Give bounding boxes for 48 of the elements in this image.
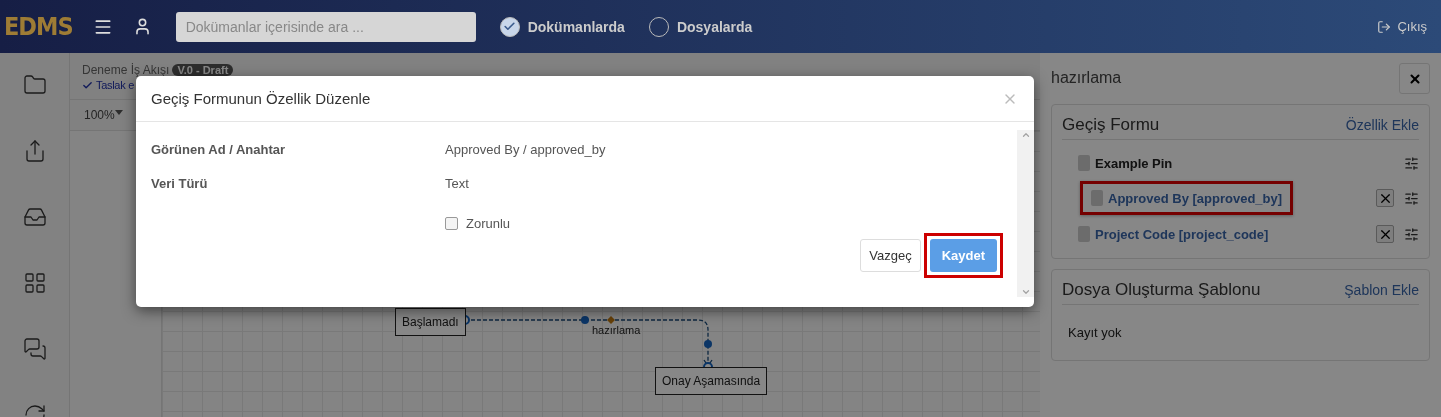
card-title: Geçiş Formu: [1062, 115, 1160, 135]
radio-label[interactable]: Dosyalarda: [676, 18, 753, 35]
logout-link[interactable]: Çıkış: [1377, 19, 1427, 34]
drag-handle[interactable]: [1091, 190, 1103, 206]
radio-label[interactable]: Dokümanlarda: [527, 18, 625, 35]
status-text: Taslak e: [96, 79, 134, 91]
remove-button[interactable]: [1376, 225, 1394, 243]
inbox-icon[interactable]: [22, 205, 47, 229]
property-item[interactable]: Approved By [approved_by]: [1080, 181, 1294, 215]
group-label: Example Pin: [1095, 155, 1173, 171]
logout-icon: [1377, 19, 1392, 34]
grid-icon[interactable]: [22, 271, 47, 295]
drag-handle[interactable]: [1078, 155, 1090, 171]
workflow-name: Deneme İş Akışı: [82, 63, 170, 77]
state-node[interactable]: Onay Aşamasında: [655, 367, 768, 395]
folder-icon[interactable]: [22, 73, 47, 97]
checkbox-label[interactable]: Zorunlu: [466, 216, 511, 231]
close-icon: [1407, 71, 1422, 86]
logo[interactable]: EDMS: [4, 12, 73, 41]
close-button[interactable]: [1399, 63, 1430, 94]
panel-title: hazırlama: [1051, 69, 1122, 87]
property-item[interactable]: Project Code [project_code]: [1078, 226, 1269, 242]
check-icon: [82, 79, 93, 91]
field-label: Görünen Ad / Anahtar: [151, 142, 287, 159]
search-field[interactable]: Dokümanlar içerisinde ara ...: [175, 11, 476, 42]
remove-button[interactable]: [1376, 189, 1394, 207]
sliders-icon[interactable]: [1404, 155, 1419, 171]
field-value: Approved By / approved_by: [445, 142, 607, 159]
sliders-icon[interactable]: [1404, 190, 1419, 206]
sliders-icon[interactable]: [1404, 226, 1419, 242]
check-icon: [503, 20, 517, 33]
state-node[interactable]: Başlamadı: [395, 308, 466, 336]
empty-text: Kayıt yok: [1067, 324, 1123, 342]
card-title: Dosya Oluşturma Şablonu: [1062, 280, 1261, 300]
version-badge: V.0 - Draft: [172, 64, 234, 76]
add-template-link[interactable]: Şablon Ekle: [1344, 282, 1419, 298]
drag-handle[interactable]: [1078, 226, 1090, 242]
radio-button[interactable]: [499, 16, 520, 37]
add-property-link[interactable]: Özellik Ekle: [1345, 117, 1419, 133]
checkbox[interactable]: [445, 217, 458, 230]
edge-label: hazırlama: [592, 324, 641, 336]
chat-icon[interactable]: [22, 337, 47, 361]
field-value: Text: [445, 176, 470, 193]
save-button[interactable]: Kaydet: [929, 239, 997, 272]
modal-title: Geçiş Formunun Özellik Düzenle: [151, 90, 371, 107]
field-label: Veri Türü: [151, 176, 209, 193]
zoom-select[interactable]: 100%: [84, 108, 123, 122]
cancel-button[interactable]: Vazgeç: [860, 239, 921, 272]
